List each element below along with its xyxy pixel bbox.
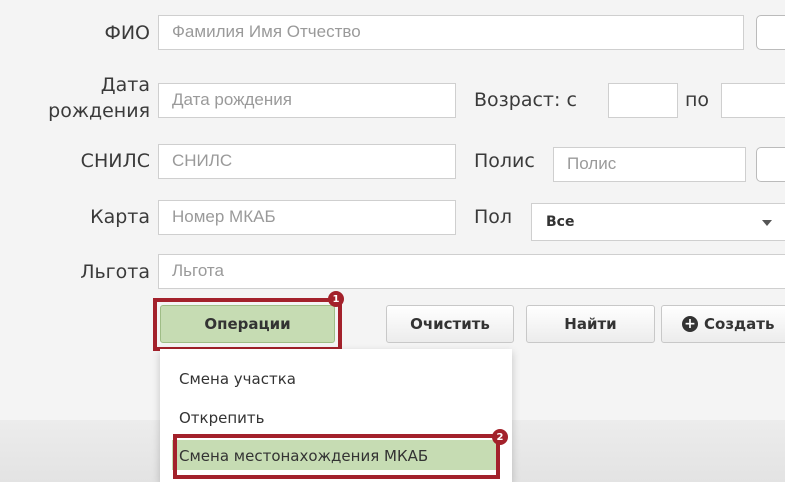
chevron-down-icon (762, 220, 772, 226)
birth-label-line2: рождения (48, 100, 150, 122)
sex-select[interactable]: Все (531, 203, 785, 241)
card-label: Карта (90, 206, 150, 228)
age-to-label: по (685, 89, 710, 111)
highlight-frame-operations (153, 298, 342, 351)
polis-label: Полис (474, 150, 535, 172)
snils-input[interactable]: СНИЛС (158, 144, 456, 179)
birth-label-line1: Дата (100, 74, 150, 96)
birth-label: Дата рождения (20, 72, 150, 124)
age-label-text: Возраст: (474, 89, 561, 111)
age-from-label: с (566, 89, 577, 111)
birth-date-input[interactable]: Дата рождения (158, 83, 456, 118)
snils-label: СНИЛС (80, 150, 150, 172)
menu-item-detach[interactable]: Открепить (179, 409, 265, 427)
polis-input[interactable]: Полис (553, 147, 746, 182)
step-marker-1: 1 (328, 291, 344, 307)
fio-label: ФИО (104, 22, 150, 44)
highlight-frame-menu-item (173, 434, 500, 479)
sex-label: Пол (474, 206, 513, 228)
create-button-label: Создать (704, 315, 775, 333)
age-to-input[interactable] (721, 83, 785, 118)
age-label: Возраст: с (474, 89, 577, 111)
plus-circle-icon: + (682, 316, 698, 332)
fio-extra-control[interactable] (756, 15, 785, 50)
benefit-label: Льгота (80, 261, 150, 283)
sex-select-value: Все (546, 214, 575, 230)
polis-extra-control[interactable] (756, 147, 785, 182)
fio-input[interactable]: Фамилия Имя Отчество (158, 15, 744, 50)
step-marker-2: 2 (492, 429, 508, 445)
benefit-input[interactable]: Льгота (158, 254, 785, 289)
clear-button[interactable]: Очистить (386, 305, 514, 343)
find-button[interactable]: Найти (526, 305, 655, 343)
create-button[interactable]: + Создать (661, 305, 785, 343)
card-number-input[interactable]: Номер МКАБ (158, 200, 456, 235)
age-from-input[interactable] (608, 83, 678, 118)
menu-item-change-district[interactable]: Смена участка (179, 370, 296, 388)
